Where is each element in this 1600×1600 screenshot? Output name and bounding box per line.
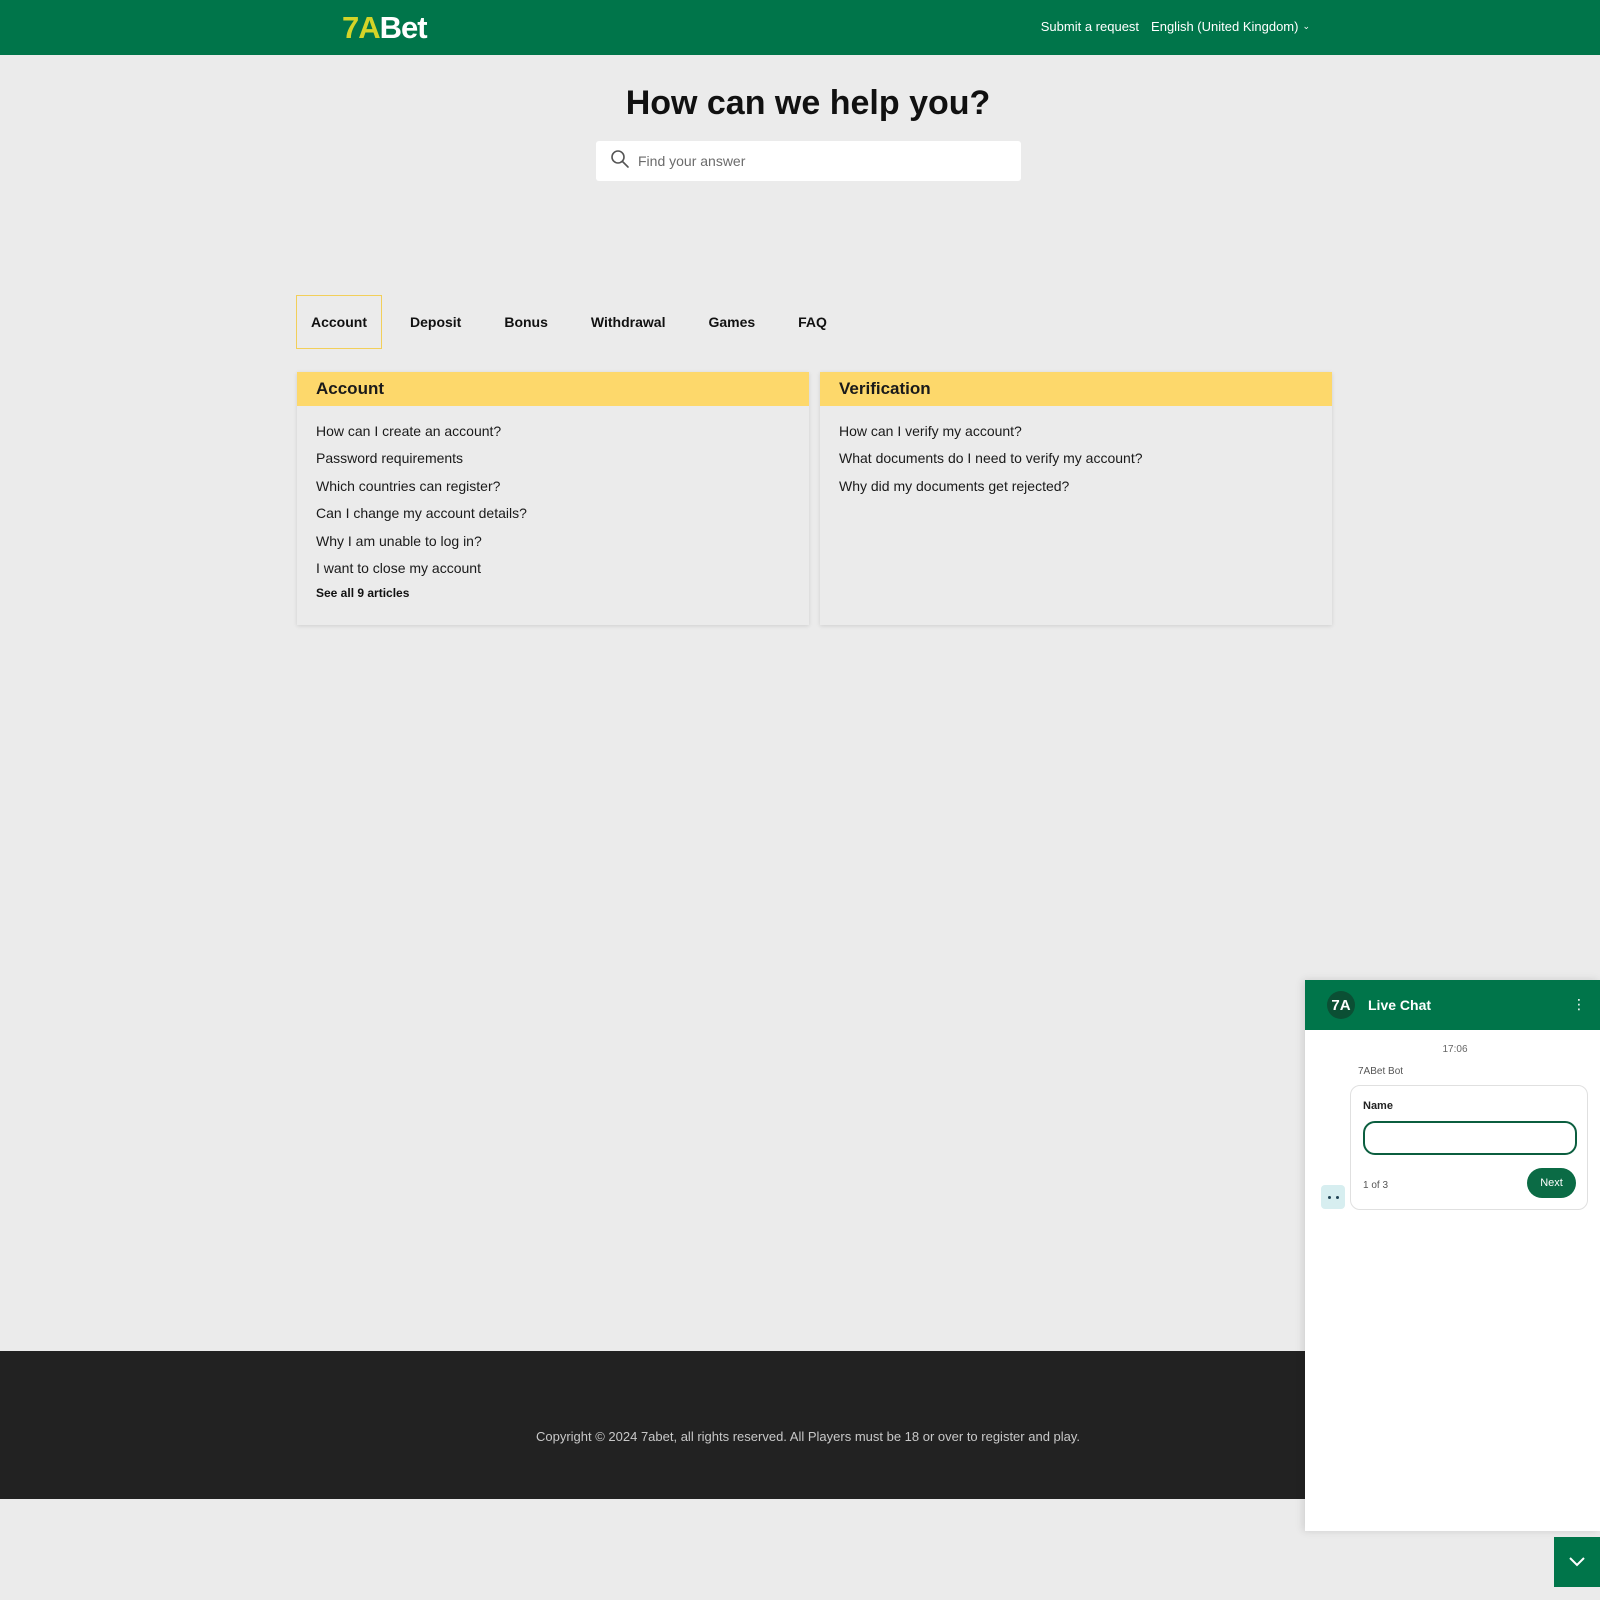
bot-name: 7ABet Bot bbox=[1358, 1066, 1404, 1077]
live-chat-panel: 7A Live Chat ⋮ 17:06 7ABet Bot Name 1 of… bbox=[1305, 980, 1600, 1531]
tab-bonus[interactable]: Bonus bbox=[489, 295, 563, 349]
article-link[interactable]: Why I am unable to log in? bbox=[316, 528, 809, 555]
article-list: How can I verify my account? What docume… bbox=[820, 406, 1332, 500]
chat-form-bubble: Name 1 of 3 Next bbox=[1350, 1085, 1588, 1210]
submit-request-link[interactable]: Submit a request bbox=[1041, 19, 1139, 34]
logo-bet: Bet bbox=[379, 10, 428, 45]
article-link[interactable]: Password requirements bbox=[316, 445, 809, 472]
name-input[interactable] bbox=[1363, 1121, 1577, 1155]
more-options-icon[interactable]: ⋮ bbox=[1572, 997, 1586, 1011]
top-header: 7ABet Submit a request English (United K… bbox=[0, 0, 1600, 55]
article-link[interactable]: I want to close my account bbox=[316, 555, 809, 582]
article-link[interactable]: Which countries can register? bbox=[316, 473, 809, 500]
brand-logo[interactable]: 7ABet bbox=[342, 10, 428, 46]
chevron-down-icon bbox=[1569, 1557, 1585, 1567]
tab-account[interactable]: Account bbox=[296, 295, 382, 349]
next-button[interactable]: Next bbox=[1527, 1168, 1576, 1198]
chat-avatar: 7A bbox=[1327, 991, 1355, 1019]
chevron-down-icon: ⌄ bbox=[1302, 21, 1310, 31]
article-list: How can I create an account? Password re… bbox=[297, 406, 809, 582]
section-card-account: Account How can I create an account? Pas… bbox=[297, 372, 809, 625]
chat-header: 7A Live Chat ⋮ bbox=[1305, 980, 1600, 1030]
form-step-indicator: 1 of 3 bbox=[1363, 1180, 1389, 1191]
chat-minimize-button[interactable] bbox=[1554, 1537, 1600, 1587]
category-tabs: Account Deposit Bonus Withdrawal Games F… bbox=[296, 295, 855, 349]
section-card-verification: Verification How can I verify my account… bbox=[820, 372, 1332, 625]
chat-title: Live Chat bbox=[1368, 997, 1432, 1013]
header-nav: Submit a request English (United Kingdom… bbox=[1041, 19, 1310, 34]
article-link[interactable]: What documents do I need to verify my ac… bbox=[839, 445, 1332, 472]
article-link[interactable]: Can I change my account details? bbox=[316, 500, 809, 527]
article-link[interactable]: How can I create an account? bbox=[316, 418, 809, 445]
article-link[interactable]: How can I verify my account? bbox=[839, 418, 1332, 445]
article-link[interactable]: Why did my documents get rejected? bbox=[839, 473, 1332, 500]
logo-seven: 7A bbox=[342, 10, 381, 45]
tab-deposit[interactable]: Deposit bbox=[395, 295, 476, 349]
search-icon bbox=[610, 149, 630, 174]
name-field-label: Name bbox=[1363, 1100, 1393, 1112]
search-input[interactable] bbox=[638, 153, 1018, 169]
bot-avatar-icon bbox=[1321, 1185, 1345, 1209]
chat-timestamp: 17:06 bbox=[1442, 1044, 1468, 1055]
section-title[interactable]: Account bbox=[297, 372, 809, 406]
search-box[interactable] bbox=[596, 141, 1021, 181]
page-title: How can we help you? bbox=[625, 84, 991, 122]
language-selector[interactable]: English (United Kingdom) ⌄ bbox=[1151, 19, 1310, 34]
tab-faq[interactable]: FAQ bbox=[783, 295, 842, 349]
tab-withdrawal[interactable]: Withdrawal bbox=[576, 295, 681, 349]
section-title[interactable]: Verification bbox=[820, 372, 1332, 406]
see-all-articles-link[interactable]: See all 9 articles bbox=[316, 586, 809, 600]
page-footer: Copyright © 2024 7abet, all rights reser… bbox=[0, 1351, 1305, 1499]
language-label: English (United Kingdom) bbox=[1151, 19, 1299, 34]
tab-games[interactable]: Games bbox=[693, 295, 770, 349]
